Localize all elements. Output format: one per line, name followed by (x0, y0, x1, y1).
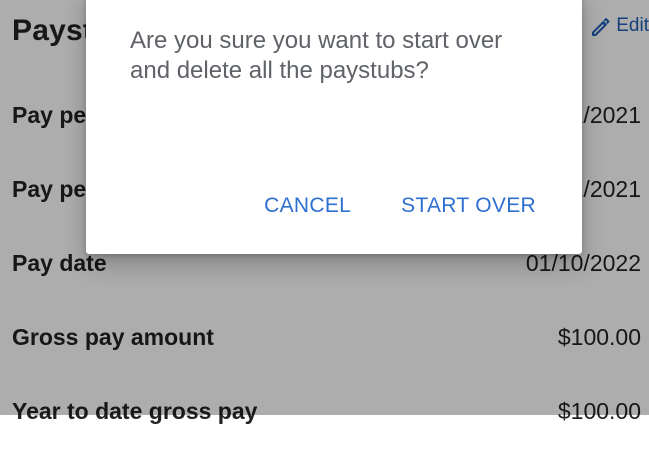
cancel-button[interactable]: CANCEL (264, 194, 351, 218)
start-over-dialog: Are you sure you want to start over and … (86, 0, 582, 254)
paystubs-screen: Paystubs Edit Pay period start date 01/0… (0, 0, 649, 424)
dialog-message: Are you sure you want to start over and … (130, 27, 503, 84)
start-over-button[interactable]: START OVER (401, 194, 536, 218)
dialog-actions: CANCEL START OVER (264, 194, 536, 218)
